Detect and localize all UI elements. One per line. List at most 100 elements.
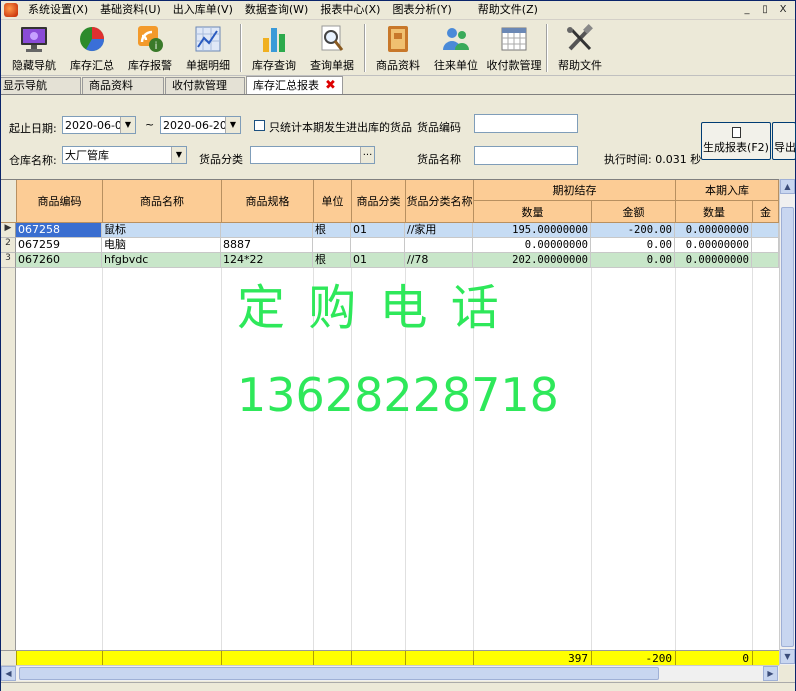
horizontal-scrollbar[interactable]: ◀ ▶	[1, 665, 779, 681]
cell-goods-name[interactable]: hfgbvdc	[102, 253, 221, 268]
cell-category[interactable]: 01	[351, 253, 405, 268]
start-date-picker[interactable]: 2020-06-01 ▼	[62, 116, 136, 134]
generate-report-button[interactable]: 生成报表(F2)	[701, 122, 771, 160]
col-header-inbound-amount[interactable]: 金	[753, 201, 779, 223]
watermark-phone-number: 13628228718	[237, 368, 559, 422]
col-header-goods-name[interactable]: 商品名称	[103, 180, 222, 223]
cell-inbound-qty[interactable]: 0.00000000	[675, 223, 752, 238]
toolbar-stock-query-button[interactable]: 库存查询	[245, 21, 303, 74]
toolbar-partners-button[interactable]: 往来单位	[427, 21, 485, 74]
chevron-down-icon[interactable]: ▼	[171, 147, 186, 163]
menu-help-files[interactable]: 帮助文件(Z)	[472, 1, 544, 19]
cell-category[interactable]	[351, 238, 405, 253]
browse-button[interactable]: ...	[360, 147, 374, 163]
cell-category[interactable]: 01	[351, 223, 405, 238]
cell-goods-name[interactable]: 鼠标	[102, 223, 221, 238]
tab-goods-data[interactable]: 商品资料	[82, 77, 164, 94]
scroll-up-icon[interactable]: ▲	[780, 179, 795, 194]
cell-inbound-qty[interactable]: 0.00000000	[675, 253, 752, 268]
cell-opening-amount[interactable]: 0.00	[591, 253, 675, 268]
cell-inbound-qty[interactable]: 0.00000000	[675, 238, 752, 253]
cell-opening-qty[interactable]: 202.00000000	[473, 253, 591, 268]
cell-goods-spec[interactable]	[221, 223, 313, 238]
cell-category-name[interactable]: //78	[405, 253, 473, 268]
chevron-down-icon[interactable]: ▼	[120, 117, 135, 133]
menu-report-center[interactable]: 报表中心(X)	[314, 1, 386, 19]
totals-cell	[753, 651, 779, 665]
cell-goods-spec[interactable]: 8887	[221, 238, 313, 253]
horizontal-scroll-thumb[interactable]	[19, 667, 659, 680]
tab-label: 库存汇总报表	[253, 78, 319, 92]
cell-goods-code[interactable]: 067260	[16, 253, 102, 268]
scroll-left-icon[interactable]: ◀	[1, 666, 16, 681]
col-header-goods-spec[interactable]: 商品规格	[222, 180, 314, 223]
col-header-unit[interactable]: 单位	[314, 180, 352, 223]
vertical-scrollbar[interactable]: ▲ ▼	[779, 179, 795, 665]
menu-chart-analysis[interactable]: 图表分析(Y)	[386, 1, 457, 19]
line-chart-icon	[195, 26, 221, 52]
cell-goods-name[interactable]: 电脑	[102, 238, 221, 253]
cell-category-name[interactable]	[405, 238, 473, 253]
row-indicator[interactable]: 3	[1, 253, 16, 268]
tab-show-nav[interactable]: 显示导航	[1, 77, 81, 94]
table-row[interactable]: 067260 hfgbvdc 124*22 根 01 //78 202.0000…	[16, 253, 779, 268]
tab-stock-summary-report[interactable]: 库存汇总报表 ✖	[246, 76, 343, 94]
goods-code-input[interactable]	[474, 114, 578, 133]
only-moved-checkbox[interactable]	[254, 120, 265, 131]
toolbar-payments-button[interactable]: 收付款管理	[485, 21, 543, 74]
goods-name-input[interactable]	[474, 146, 578, 165]
toolbar-help-button[interactable]: 帮助文件	[551, 21, 609, 74]
cell-opening-amount[interactable]: -200.00	[591, 223, 675, 238]
chevron-down-icon[interactable]: ▼	[225, 117, 240, 133]
toolbar-hide-nav-button[interactable]: 隐藏导航	[5, 21, 63, 74]
vertical-scroll-thumb[interactable]	[781, 207, 794, 647]
end-date-picker[interactable]: 2020-06-20 ▼	[160, 116, 241, 134]
menu-basic-data[interactable]: 基础资料(U)	[94, 1, 167, 19]
col-header-goods-code[interactable]: 商品编码	[17, 180, 103, 223]
row-indicator[interactable]: 2	[1, 238, 16, 253]
col-header-opening-qty[interactable]: 数量	[474, 201, 592, 223]
table-row[interactable]: 067258 鼠标 根 01 //家用 195.00000000 -200.00…	[16, 223, 779, 238]
cell-unit[interactable]	[313, 238, 351, 253]
col-header-inbound-qty[interactable]: 数量	[676, 201, 753, 223]
export-button[interactable]: 导出	[772, 122, 796, 160]
tab-payments[interactable]: 收付款管理	[165, 77, 245, 94]
toolbar-stock-summary-button[interactable]: 库存汇总	[63, 21, 121, 74]
col-header-category-name[interactable]: 货品分类名称	[406, 180, 474, 223]
users-icon	[443, 28, 469, 50]
cell-opening-amount[interactable]: 0.00	[591, 238, 675, 253]
cell-goods-code[interactable]: 067258	[16, 223, 102, 238]
row-indicator-current[interactable]: ▶	[1, 223, 16, 238]
totals-opening-amount: -200	[592, 651, 676, 665]
toolbar-goods-data-button[interactable]: 商品资料	[369, 21, 427, 74]
col-header-category[interactable]: 商品分类	[352, 180, 406, 223]
close-icon[interactable]: X	[775, 3, 791, 17]
menu-data-query[interactable]: 数据查询(W)	[239, 1, 314, 19]
cell-goods-code[interactable]: 067259	[16, 238, 102, 253]
scroll-right-icon[interactable]: ▶	[763, 666, 778, 681]
toolbar-doc-detail-button[interactable]: 单据明细	[179, 21, 237, 74]
menu-stock-docs[interactable]: 出入库单(V)	[167, 1, 239, 19]
toolbar-stock-alert-button[interactable]: i 库存报警	[121, 21, 179, 74]
goods-category-input[interactable]: ...	[250, 146, 375, 164]
table-row[interactable]: 067259 电脑 8887 0.00000000 0.00 0.0000000…	[16, 238, 779, 253]
warehouse-select[interactable]: 大厂管库 ▼	[62, 146, 187, 164]
col-header-opening-amount[interactable]: 金额	[592, 201, 676, 223]
cell-inbound-amount[interactable]	[752, 223, 779, 238]
tab-bar: 显示导航 商品资料 收付款管理 库存汇总报表 ✖	[1, 76, 795, 95]
minimize-icon[interactable]: _	[739, 3, 755, 17]
restore-icon[interactable]: ▯	[757, 3, 773, 17]
cell-opening-qty[interactable]: 195.00000000	[473, 223, 591, 238]
cell-opening-qty[interactable]: 0.00000000	[473, 238, 591, 253]
scroll-down-icon[interactable]: ▼	[780, 649, 795, 664]
cell-goods-spec[interactable]: 124*22	[221, 253, 313, 268]
toolbar-doc-query-button[interactable]: 查询单据	[303, 21, 361, 74]
cell-unit[interactable]: 根	[313, 253, 351, 268]
cell-category-name[interactable]: //家用	[405, 223, 473, 238]
menu-system-settings[interactable]: 系统设置(X)	[22, 1, 94, 19]
tab-close-icon[interactable]: ✖	[325, 78, 336, 93]
cell-inbound-amount[interactable]	[752, 253, 779, 268]
cell-unit[interactable]: 根	[313, 223, 351, 238]
menu-bar: 系统设置(X) 基础资料(U) 出入库单(V) 数据查询(W) 报表中心(X) …	[1, 1, 795, 20]
cell-inbound-amount[interactable]	[752, 238, 779, 253]
